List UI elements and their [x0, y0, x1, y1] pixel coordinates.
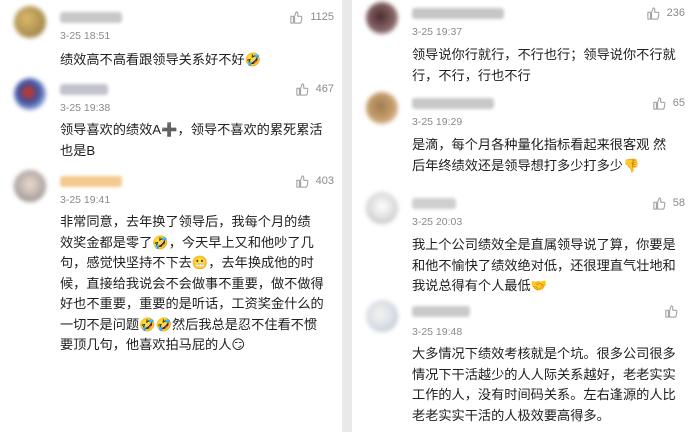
like-count: 467 [315, 83, 334, 95]
comment-timestamp: 3-25 18:51 [60, 30, 111, 42]
comment-text: 非常同意，去年换了领导后，我每个月的绩 效奖金都是零了🤣，今天早上又和他吵了几 … [60, 214, 324, 352]
avatar[interactable] [366, 300, 398, 332]
comment-timestamp: 3-25 20:03 [412, 216, 463, 228]
username-blurred[interactable] [412, 8, 504, 19]
avatar[interactable] [14, 78, 46, 110]
username-blurred[interactable] [412, 306, 470, 317]
like-count: 236 [666, 7, 685, 19]
comment-column-left: 3-25 18:51 1125 绩效高不高看跟领导关系好不好🤣 3-25 19:… [0, 0, 342, 432]
comment-timestamp: 3-25 19:38 [60, 102, 111, 114]
comment-timestamp: 3-25 19:37 [412, 26, 463, 38]
comment-text: 领导说你行就行，不行也行；领导说你不行就 行，不行，行也不行 [412, 47, 676, 83]
like-button[interactable]: 58 [652, 194, 685, 212]
comment-text: 是滴，每个月各种量化指标看起来很客观 然 后年终绩效还是领导想打多少打多少👎 [412, 137, 667, 173]
username-blurred[interactable] [412, 98, 494, 109]
thumbs-up-icon [290, 10, 303, 24]
like-count: 65 [672, 97, 685, 109]
thumbs-up-icon [296, 82, 309, 96]
like-button[interactable]: 236 [646, 4, 685, 22]
avatar[interactable] [366, 2, 398, 34]
username-blurred[interactable] [60, 84, 108, 95]
like-count: 403 [315, 175, 334, 187]
comment-feed: 3-25 18:51 1125 绩效高不高看跟领导关系好不好🤣 3-25 19:… [0, 0, 693, 432]
comment-text: 大多情况下绩效考核就是个坑。很多公司很多 情况下干活越少的人人际关系越好，老老实… [412, 346, 676, 423]
thumbs-up-icon [647, 6, 660, 20]
comment-text: 我上个公司绩效全是直属领导说了算，你要是 和他不愉快了绩效绝对低，还很理直气壮地… [412, 237, 676, 293]
thumbs-up-icon [296, 174, 309, 188]
username-blurred[interactable] [412, 198, 456, 209]
username-blurred[interactable] [60, 176, 122, 187]
comment-timestamp: 3-25 19:29 [412, 116, 463, 128]
comment-timestamp: 3-25 19:48 [412, 326, 463, 338]
thumbs-up-icon [665, 304, 678, 318]
like-count: 58 [672, 197, 685, 209]
username-blurred[interactable] [60, 12, 122, 23]
like-button[interactable]: 467 [295, 80, 334, 98]
like-count: 1125 [310, 11, 334, 23]
thumbs-up-icon [653, 196, 666, 210]
like-button[interactable]: 1125 [289, 8, 334, 26]
comment-text: 绩效高不高看跟领导关系好不好🤣 [60, 52, 262, 67]
like-button[interactable]: 65 [652, 94, 685, 112]
avatar[interactable] [366, 192, 398, 224]
like-button[interactable] [664, 302, 685, 320]
thumbs-up-icon [653, 96, 666, 110]
like-button[interactable]: 403 [295, 172, 334, 190]
comment-column-right: 3-25 19:37 236 领导说你行就行，不行也行；领导说你不行就 行，不行… [352, 0, 693, 432]
avatar[interactable] [14, 170, 46, 202]
comment-timestamp: 3-25 19:41 [60, 194, 111, 206]
avatar[interactable] [366, 92, 398, 124]
avatar[interactable] [14, 6, 46, 38]
comment-text: 领导喜欢的绩效A➕，领导不喜欢的累死累活 也是B [60, 122, 323, 158]
